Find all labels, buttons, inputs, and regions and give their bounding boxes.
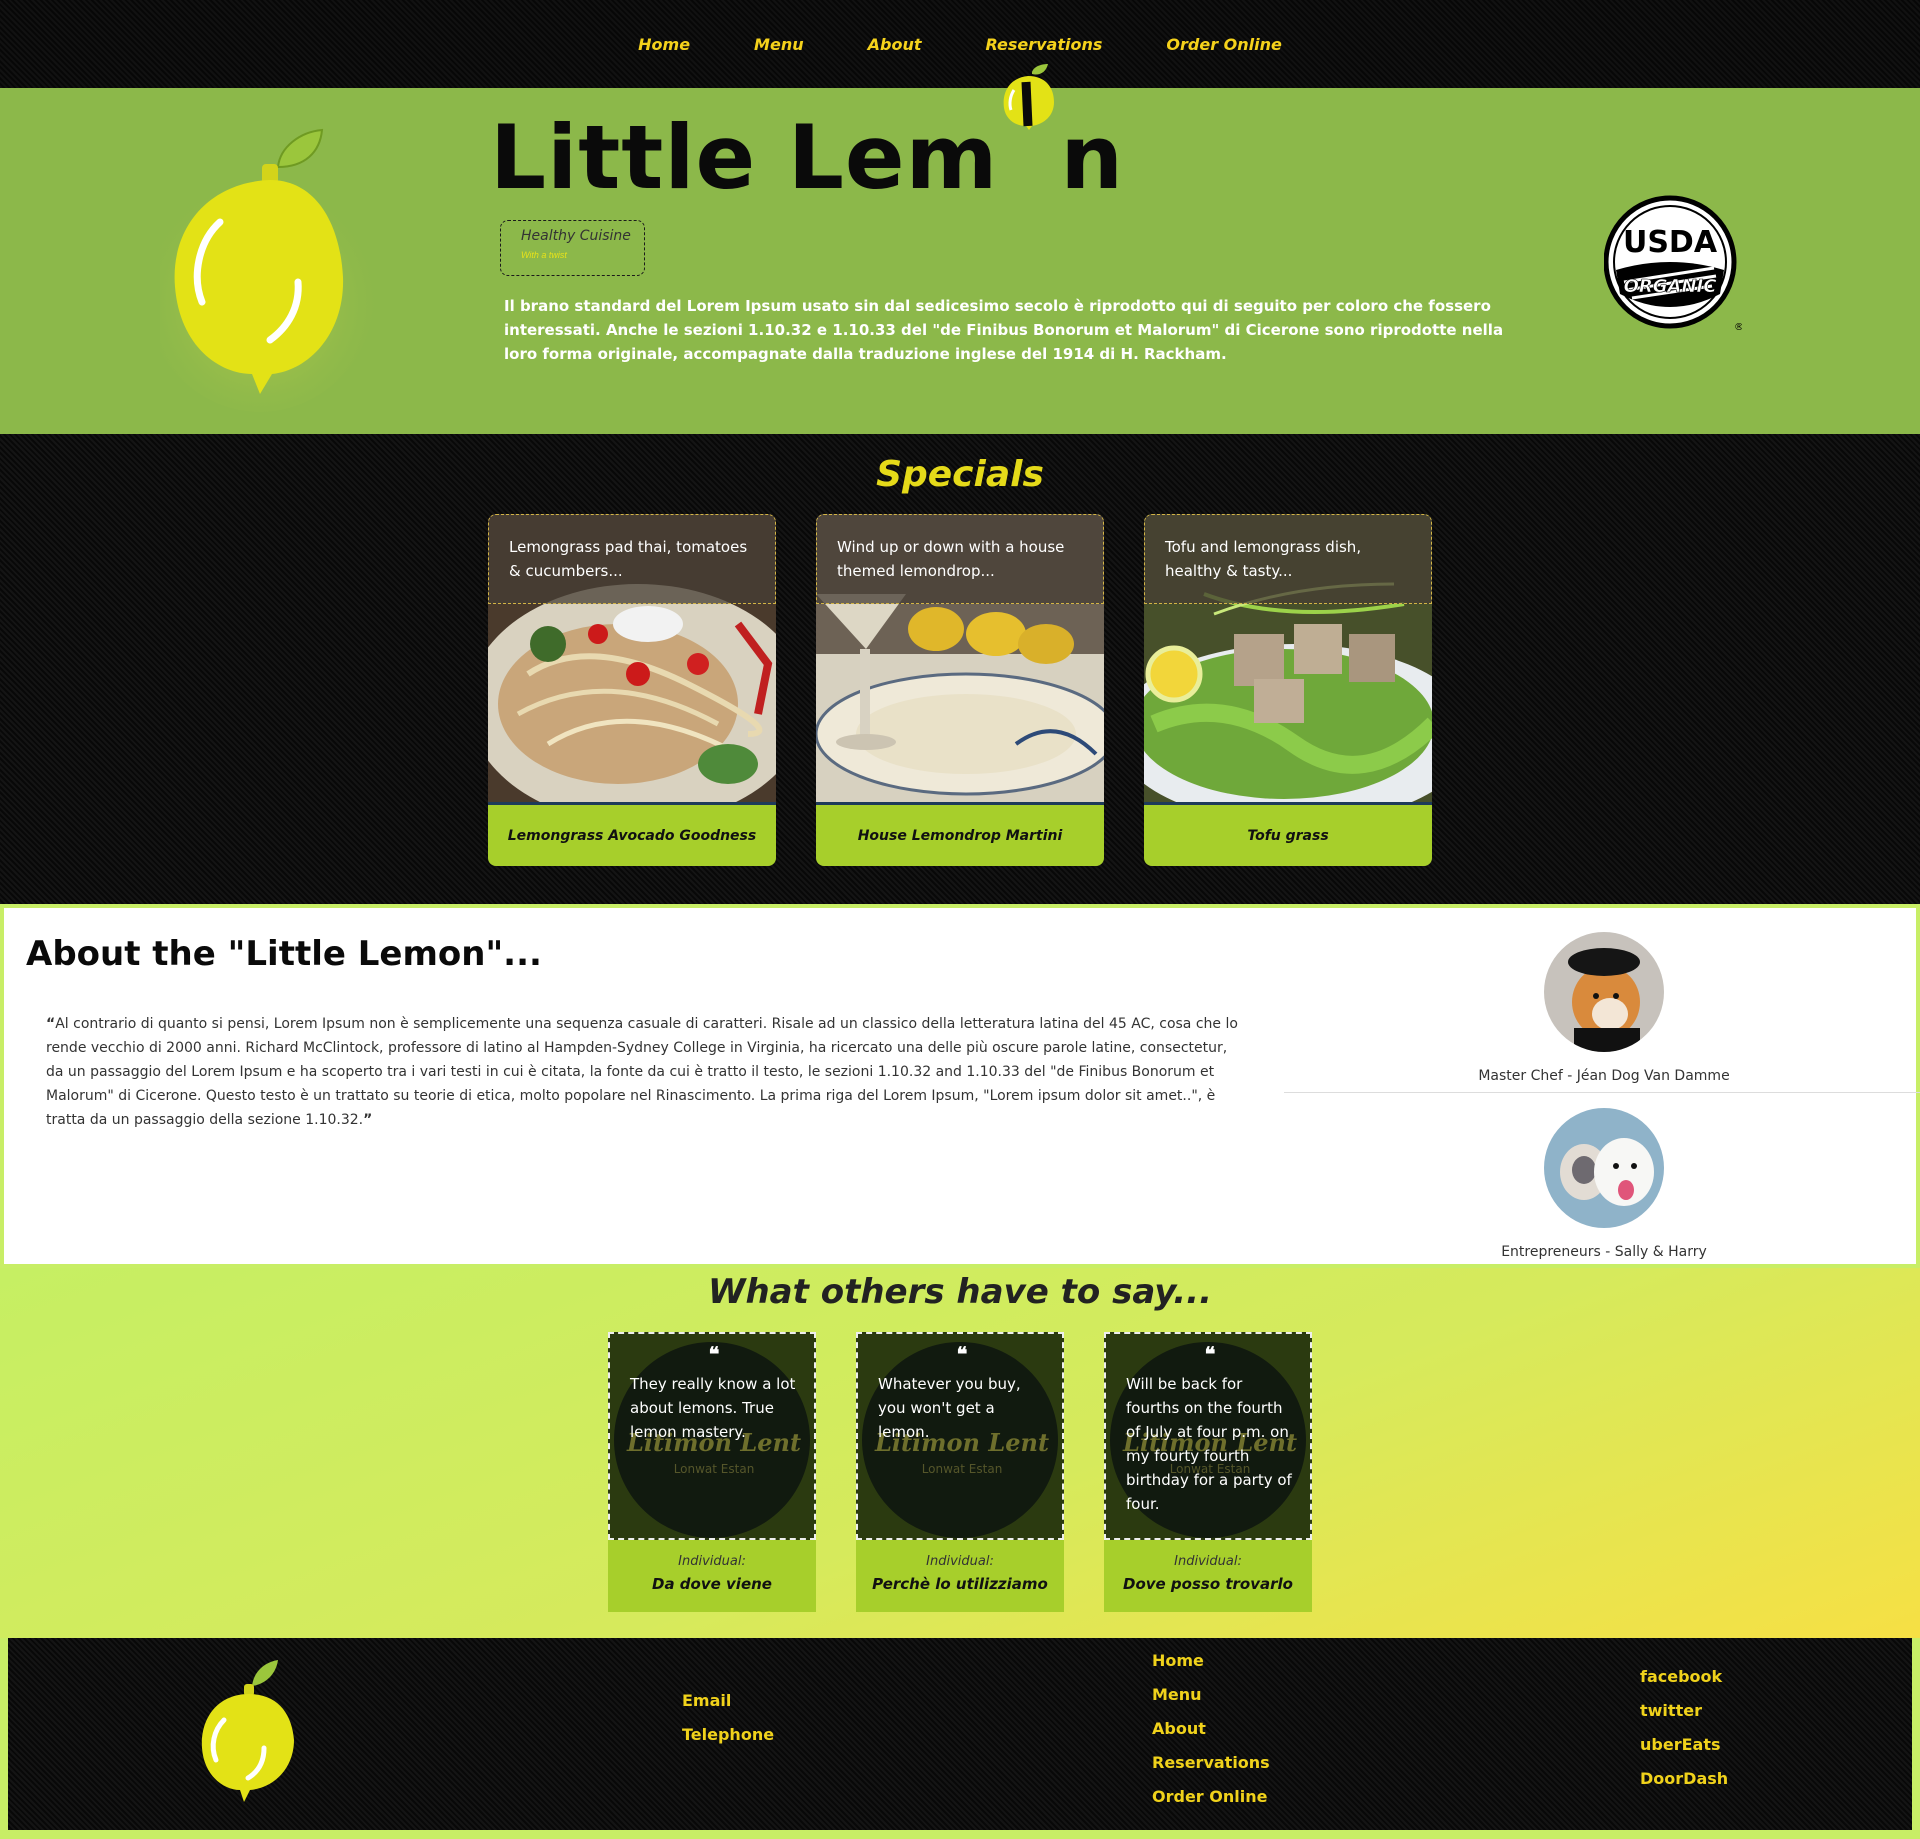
- nav-about[interactable]: About: [868, 35, 922, 54]
- special-card[interactable]: Tofu and lemongrass dish, healthy & tast…: [1144, 514, 1432, 866]
- testimonial-text: Will be back for fourths on the fourth o…: [1126, 1375, 1292, 1513]
- footer-nav-menu[interactable]: Menu: [1152, 1678, 1270, 1712]
- specials-section: Specials Lemongrass pad thai, tomatoes &…: [0, 434, 1920, 904]
- quote-icon: ❝: [708, 1342, 720, 1366]
- top-nav: Home Menu About Reservations Order Onlin…: [0, 0, 1920, 88]
- team-member-caption: Entrepreneurs - Sally & Harry: [1501, 1244, 1707, 1260]
- team-member-caption: Master Chef - Jéan Dog Van Damme: [1478, 1068, 1730, 1084]
- footer-doordash-link[interactable]: DoorDash: [1640, 1762, 1728, 1796]
- quote-icon: ❝: [956, 1342, 968, 1366]
- testimonial-text: Whatever you buy, you won't get a lemon.: [878, 1375, 1021, 1441]
- footer-nav-order-online[interactable]: Order Online: [1152, 1780, 1270, 1814]
- testimonial-footer: Individual: Dove posso trovarlo: [1104, 1540, 1312, 1612]
- special-name: Tofu grass: [1144, 802, 1432, 866]
- footer-twitter-link[interactable]: twitter: [1640, 1694, 1728, 1728]
- testimonial-label: Individual:: [926, 1554, 994, 1569]
- title-text-end: n: [1060, 106, 1124, 209]
- title-text-start: Little Lem: [490, 106, 999, 209]
- about-section: About the "Little Lemon"... “Al contrari…: [0, 904, 1920, 1268]
- special-name: Lemongrass Avocado Goodness: [488, 802, 776, 866]
- special-card[interactable]: Lemongrass pad thai, tomatoes & cucumber…: [488, 514, 776, 866]
- footer-nav: Home Menu About Reservations Order Onlin…: [1152, 1644, 1270, 1814]
- nav-menu[interactable]: Menu: [754, 35, 804, 54]
- hero-description: Il brano standard del Lorem Ipsum usato …: [504, 297, 1504, 363]
- divider: [1284, 1092, 1920, 1093]
- chef-dog-avatar-icon: [1544, 932, 1664, 1052]
- testimonial-box: Litimon Lent Lonwat Estan ❝ They really …: [608, 1332, 816, 1540]
- team-member: Master Chef - Jéan Dog Van Damme: [1284, 932, 1920, 1084]
- tagline-badge: Healthy Cuisine With a twist: [500, 220, 645, 276]
- tagline-text: Healthy Cuisine: [521, 228, 631, 244]
- special-name: House Lemondrop Martini: [816, 802, 1104, 866]
- title-lemon-icon: [998, 64, 1060, 188]
- testimonials-title: What others have to say...: [707, 1272, 1213, 1312]
- testimonial-author: Da dove viene: [652, 1575, 772, 1593]
- testimonial-card: Litimon Lent Lonwat Estan ❝ Whatever you…: [856, 1332, 1064, 1612]
- organic-text: ORGANIC: [1624, 276, 1718, 297]
- footer-telephone-link[interactable]: Telephone: [682, 1718, 774, 1752]
- about-quote-text: Al contrario di quanto si pensi, Lorem I…: [46, 1016, 1238, 1128]
- testimonial-author: Dove posso trovarlo: [1123, 1575, 1293, 1593]
- usda-text: USDA: [1623, 225, 1718, 260]
- nav-order-online[interactable]: Order Online: [1166, 35, 1281, 54]
- testimonial-label: Individual:: [1174, 1554, 1242, 1569]
- testimonial-box: Litimon Lent Lonwat Estan ❝ Will be back…: [1104, 1332, 1312, 1540]
- footer-nav-reservations[interactable]: Reservations: [1152, 1746, 1270, 1780]
- nav-home[interactable]: Home: [638, 35, 690, 54]
- lemon-logo-icon: [160, 128, 375, 412]
- testimonial-footer: Individual: Perchè lo utilizziamo: [856, 1540, 1064, 1612]
- cat-dog-avatar-icon: [1544, 1108, 1664, 1228]
- testimonial-label: Individual:: [678, 1554, 746, 1569]
- about-title: About the "Little Lemon"...: [26, 934, 542, 974]
- nav-reservations[interactable]: Reservations: [985, 35, 1102, 54]
- testimonial-footer: Individual: Da dove viene: [608, 1540, 816, 1612]
- about-quote: “Al contrario di quanto si pensi, Lorem …: [46, 1012, 1246, 1132]
- footer-social: facebook twitter uberEats DoorDash: [1640, 1660, 1728, 1796]
- brand-watermark-sub: Lonwat Estan: [673, 1462, 755, 1476]
- footer-nav-home[interactable]: Home: [1152, 1644, 1270, 1678]
- footer-nav-about[interactable]: About: [1152, 1712, 1270, 1746]
- footer-facebook-link[interactable]: facebook: [1640, 1660, 1728, 1694]
- brand-watermark-sub: Lonwat Estan: [921, 1462, 1003, 1476]
- footer: Email Telephone Home Menu About Reservat…: [8, 1638, 1912, 1830]
- specials-title: Specials: [876, 454, 1044, 495]
- special-description: Tofu and lemongrass dish, healthy & tast…: [1144, 514, 1432, 604]
- footer-ubereats-link[interactable]: uberEats: [1640, 1728, 1728, 1762]
- hero-section: Little Lem n Healthy Cuisine With a twis…: [0, 64, 1920, 434]
- special-description: Wind up or down with a house themed lemo…: [816, 514, 1104, 604]
- team-member: Entrepreneurs - Sally & Harry: [1284, 1108, 1920, 1260]
- special-card[interactable]: Wind up or down with a house themed lemo…: [816, 514, 1104, 866]
- avatar: [1544, 1108, 1664, 1228]
- page-title: Little Lem n: [490, 64, 1124, 202]
- close-quote-icon: ”: [363, 1112, 373, 1128]
- testimonials-section: What others have to say... Litimon Lent …: [0, 1268, 1920, 1638]
- special-description: Lemongrass pad thai, tomatoes & cucumber…: [488, 514, 776, 604]
- open-quote-icon: “: [46, 1016, 56, 1032]
- footer-contact: Email Telephone: [682, 1684, 774, 1752]
- usda-organic-badge-icon: USDA ORGANIC ®: [1604, 195, 1742, 333]
- tagline-subtext: With a twist: [521, 250, 567, 260]
- testimonial-text: They really know a lot about lemons. Tru…: [630, 1375, 796, 1441]
- quote-icon: ❝: [1204, 1342, 1216, 1366]
- testimonial-author: Perchè lo utilizziamo: [872, 1575, 1048, 1593]
- testimonial-box: Litimon Lent Lonwat Estan ❝ Whatever you…: [856, 1332, 1064, 1540]
- testimonial-card: Litimon Lent Lonwat Estan ❝ Will be back…: [1104, 1332, 1312, 1612]
- footer-lemon-logo-icon: [201, 1660, 294, 1802]
- footer-email-link[interactable]: Email: [682, 1684, 774, 1718]
- registered-mark: ®: [1734, 322, 1742, 333]
- avatar: [1544, 932, 1664, 1052]
- testimonial-card: Litimon Lent Lonwat Estan ❝ They really …: [608, 1332, 816, 1612]
